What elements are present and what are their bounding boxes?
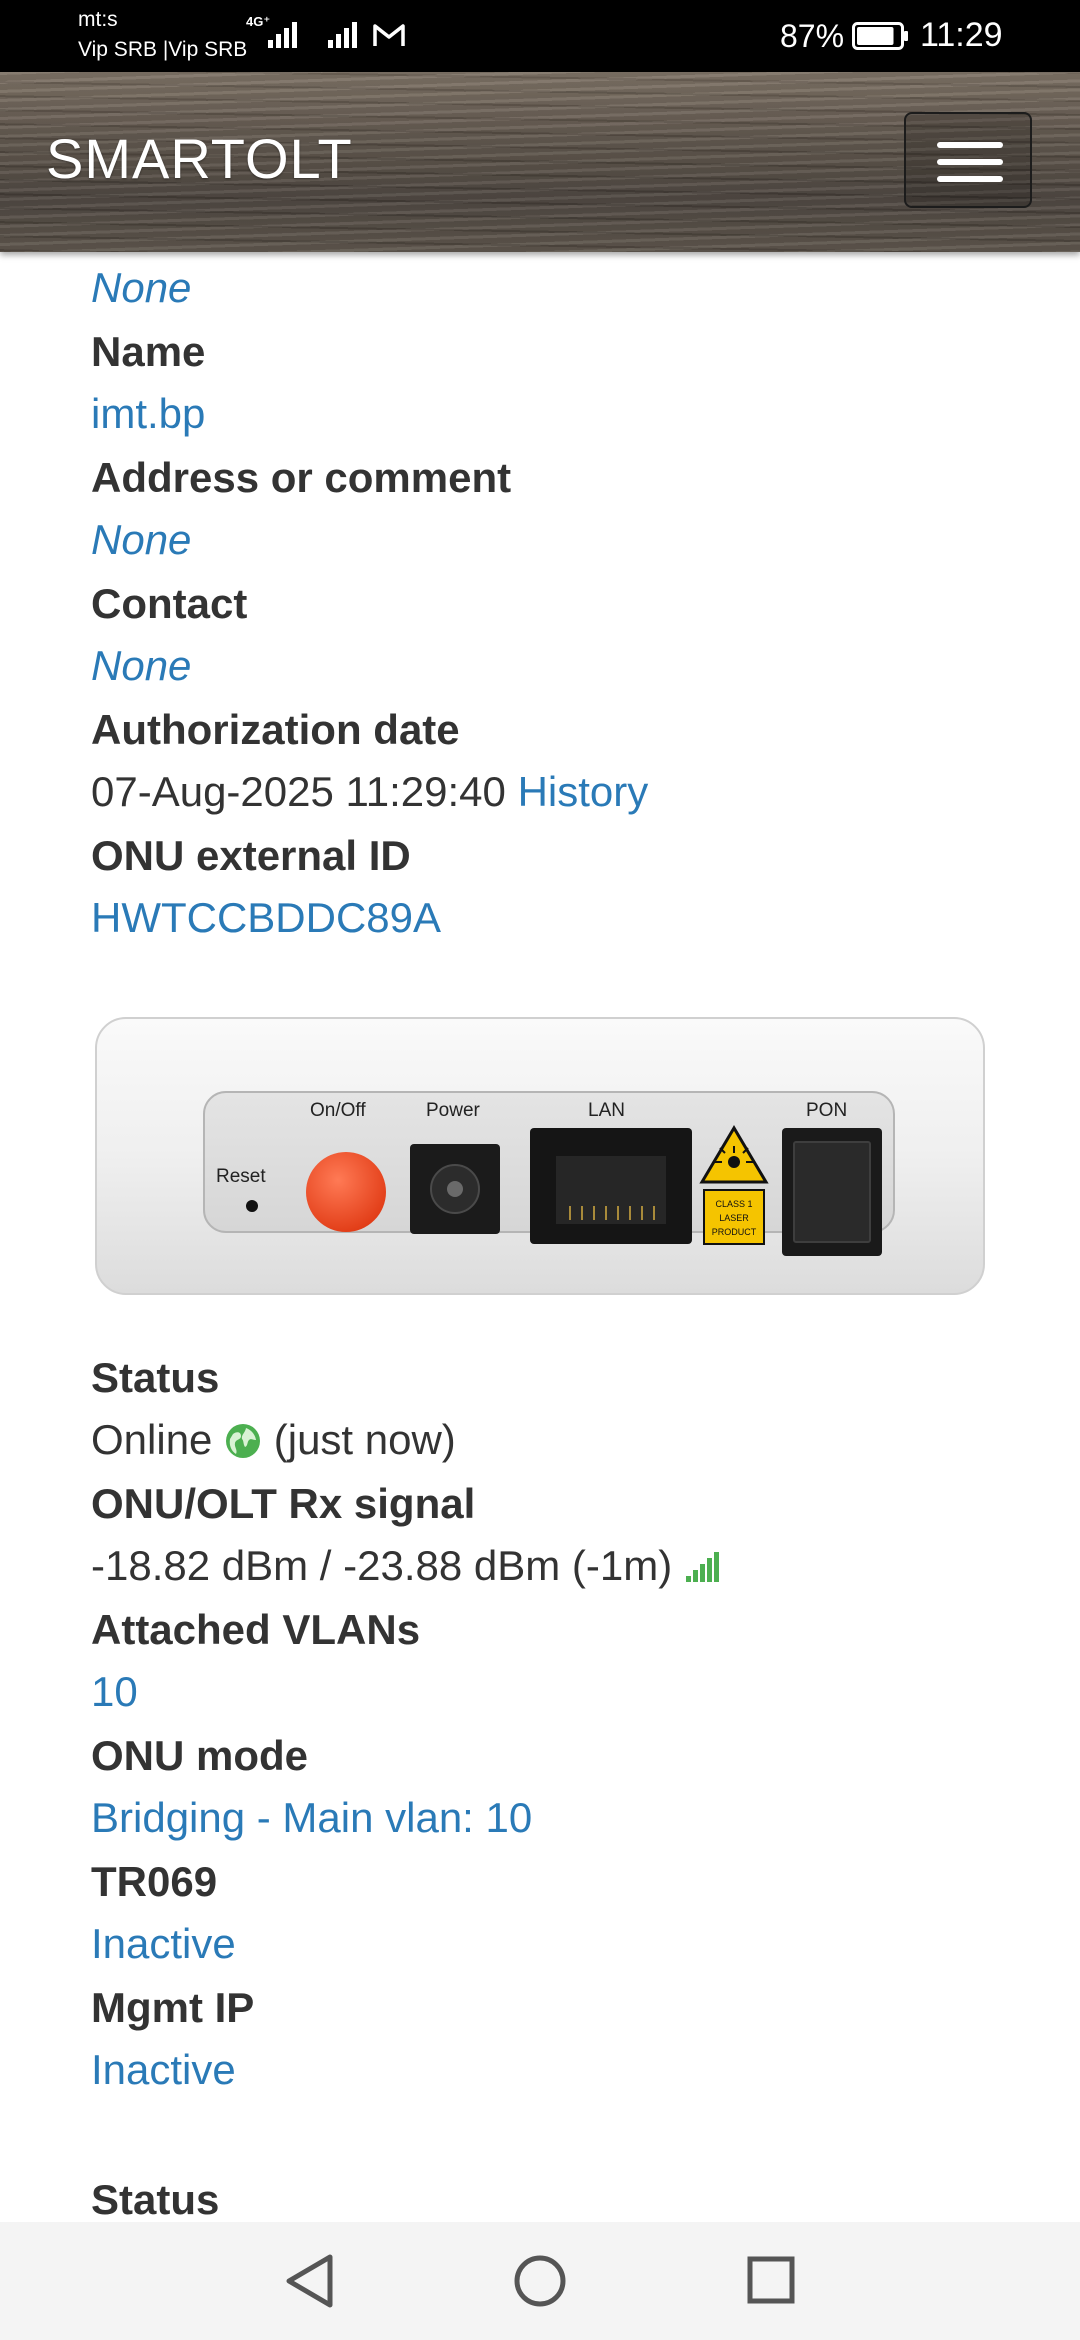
address-value[interactable]: None	[91, 512, 191, 568]
authorization-date-row: 07-Aug-2025 11:29:40 History	[91, 764, 648, 820]
signal-icon	[268, 22, 297, 48]
clock: 11:29	[920, 16, 1003, 54]
address-label: Address or comment	[91, 454, 512, 501]
reset-port-label: Reset	[216, 1166, 266, 1187]
app-header: SMARTOLT	[0, 72, 1080, 252]
rx-signal-value: -18.82 dBm / -23.88 dBm (-1m)	[91, 1542, 673, 1589]
onu-mode-label: ONU mode	[91, 1732, 309, 1779]
gmail-icon	[373, 24, 405, 46]
recents-icon[interactable]	[744, 2252, 800, 2310]
onoff-port-label: On/Off	[310, 1100, 366, 1121]
status-row: Online (just now)	[91, 1412, 456, 1468]
power-switch	[306, 1152, 386, 1232]
mgmt-ip-label: Mgmt IP	[91, 1984, 255, 2031]
external-id-value[interactable]: HWTCCBDDC89A	[91, 890, 441, 946]
status-value: Online	[91, 1416, 213, 1463]
lan-port-label: LAN	[588, 1100, 625, 1121]
name-label: Name	[91, 328, 206, 375]
external-id-label: ONU external ID	[91, 832, 411, 879]
signal-strength-icon	[685, 1552, 719, 1582]
signal-icon	[328, 22, 357, 48]
power-port-label: Power	[426, 1100, 481, 1121]
onu-device-image: Reset On/Off Power LAN CLASS 1 LASER PRO…	[95, 1017, 985, 1295]
menu-toggle-button[interactable]	[904, 112, 1032, 208]
carrier-name-primary: mt:s	[78, 8, 118, 31]
brand-logo[interactable]: SMARTOLT	[46, 126, 353, 191]
status-label: Status	[91, 1354, 220, 1401]
contact-value[interactable]: None	[91, 638, 191, 694]
tr069-label: TR069	[91, 1858, 218, 1905]
status-bar: mt:s Vip SRB |Vip SRB 4G⁺ 87% 11:29	[0, 0, 1080, 72]
system-navigation-bar	[0, 2222, 1080, 2340]
authorization-date-value: 07-Aug-2025 11:29:40	[91, 768, 506, 815]
name-value[interactable]: imt.bp	[91, 386, 205, 442]
status-section-heading: Status	[91, 2176, 220, 2223]
globe-icon	[226, 1424, 261, 1458]
reset-hole	[246, 1200, 258, 1212]
battery-percent: 87%	[780, 18, 845, 54]
battery-icon	[852, 22, 908, 50]
rx-signal-label: ONU/OLT Rx signal	[91, 1480, 476, 1527]
attached-vlans-value[interactable]: 10	[91, 1664, 138, 1720]
previous-field-value: None	[91, 264, 192, 311]
history-link[interactable]: History	[518, 768, 649, 815]
contact-label: Contact	[91, 580, 248, 627]
home-icon[interactable]	[512, 2252, 568, 2310]
status-time: (just now)	[273, 1416, 456, 1463]
mgmt-ip-value[interactable]: Inactive	[91, 2042, 236, 2098]
pon-port-label: PON	[806, 1100, 847, 1121]
laser-class-text: CLASS 1	[715, 1199, 752, 1209]
carrier-name-secondary: Vip SRB |Vip SRB	[78, 38, 248, 61]
rx-signal-row: -18.82 dBm / -23.88 dBm (-1m)	[91, 1538, 720, 1594]
onu-mode-value[interactable]: Bridging - Main vlan: 10	[91, 1790, 532, 1846]
attached-vlans-label: Attached VLANs	[91, 1606, 421, 1653]
tr069-value[interactable]: Inactive	[91, 1916, 236, 1972]
laser-product-text: PRODUCT	[712, 1227, 757, 1237]
laser-type-text: LASER	[719, 1213, 749, 1223]
authorization-date-label: Authorization date	[91, 706, 460, 753]
back-icon[interactable]	[282, 2252, 338, 2310]
